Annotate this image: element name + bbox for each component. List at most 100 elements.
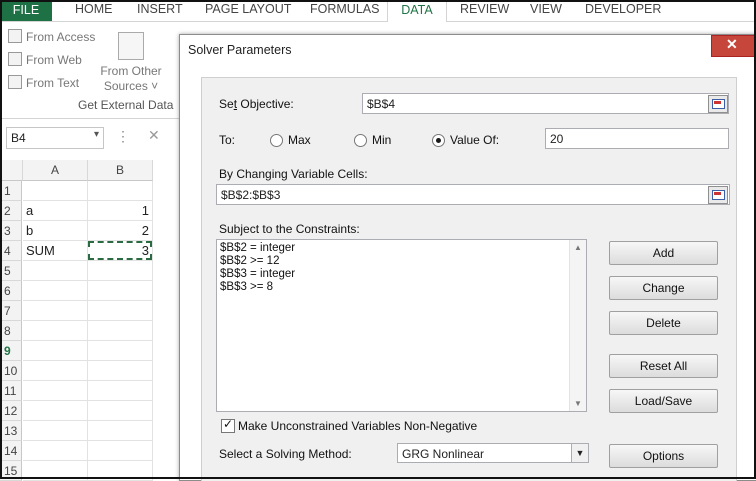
- cell-b9[interactable]: [88, 341, 153, 361]
- cell-a11[interactable]: [23, 381, 88, 401]
- name-box[interactable]: B4 ▾: [6, 127, 104, 149]
- row-header-selected[interactable]: 9: [0, 341, 22, 361]
- nonneg-checkbox[interactable]: [221, 417, 235, 433]
- tab-data[interactable]: DATA: [387, 0, 447, 22]
- reset-all-button[interactable]: Reset All: [609, 354, 718, 378]
- constraints-list[interactable]: $B$2 = integer $B$2 >= 12 $B$3 = integer…: [216, 239, 587, 412]
- cell-b11[interactable]: [88, 381, 153, 401]
- collapse-dialog-icon[interactable]: [708, 186, 728, 204]
- tab-developer[interactable]: DEVELOPER: [585, 2, 661, 16]
- row-header[interactable]: 12: [0, 401, 22, 421]
- cell-b1[interactable]: [88, 181, 153, 201]
- tab-formulas[interactable]: FORMULAS: [310, 2, 379, 16]
- min-label: Min: [372, 133, 392, 147]
- close-icon: ✕: [726, 36, 738, 52]
- list-item[interactable]: $B$3 >= 8: [220, 281, 273, 293]
- from-web-button[interactable]: From Web: [8, 52, 82, 67]
- set-objective-label: Set Objective:: [219, 97, 294, 111]
- cell-b10[interactable]: [88, 361, 153, 381]
- row-header[interactable]: 2: [0, 201, 22, 221]
- close-button[interactable]: ✕: [711, 35, 755, 57]
- list-item[interactable]: $B$2 >= 12: [220, 255, 279, 267]
- cell-a13[interactable]: [23, 421, 88, 441]
- value-of-input[interactable]: 20: [545, 128, 729, 149]
- from-web-label: From Web: [26, 53, 82, 67]
- add-button[interactable]: Add: [609, 241, 718, 265]
- from-text-label: From Text: [26, 76, 80, 90]
- row-header[interactable]: 1: [0, 181, 22, 201]
- min-radio[interactable]: [354, 134, 367, 147]
- cell-b5[interactable]: [88, 261, 153, 281]
- from-access-label: From Access: [26, 30, 96, 44]
- select-all-corner[interactable]: [0, 160, 23, 181]
- tab-home[interactable]: HOME: [75, 2, 113, 16]
- scroll-up-icon[interactable]: ▲: [574, 243, 582, 252]
- cell-a14[interactable]: [23, 441, 88, 461]
- list-item[interactable]: $B$3 = integer: [220, 268, 295, 280]
- value-of-radio[interactable]: [432, 134, 445, 147]
- row-header[interactable]: 10: [0, 361, 22, 381]
- options-button[interactable]: Options: [609, 444, 718, 468]
- scroll-down-icon[interactable]: ▼: [574, 399, 582, 408]
- delete-button[interactable]: Delete: [609, 311, 718, 335]
- cell-b6[interactable]: [88, 281, 153, 301]
- cell-a4[interactable]: SUM: [23, 241, 88, 261]
- change-button[interactable]: Change: [609, 276, 718, 300]
- row-header[interactable]: 7: [0, 301, 22, 321]
- chevron-down-icon[interactable]: ▼: [571, 444, 588, 462]
- solving-method-select[interactable]: GRG Nonlinear ▼: [397, 443, 589, 463]
- tab-file[interactable]: FILE: [0, 0, 52, 21]
- collapse-dialog-icon[interactable]: [708, 95, 728, 113]
- row-header[interactable]: 8: [0, 321, 22, 341]
- solver-parameters-dialog: Solver Parameters ✕ Set Objective: $B$4 …: [179, 34, 756, 481]
- list-item[interactable]: $B$2 = integer: [220, 242, 295, 254]
- cell-b7[interactable]: [88, 301, 153, 321]
- to-label: To:: [219, 133, 236, 147]
- cancel-icon[interactable]: ✕: [148, 127, 160, 144]
- tab-review[interactable]: REVIEW: [460, 2, 509, 16]
- cell-a2[interactable]: a: [23, 201, 88, 221]
- cell-b15[interactable]: [88, 461, 153, 481]
- cell-b2[interactable]: 1: [88, 201, 153, 221]
- cell-a6[interactable]: [23, 281, 88, 301]
- cell-a3[interactable]: b: [23, 221, 88, 241]
- cell-b14[interactable]: [88, 441, 153, 461]
- cell-a7[interactable]: [23, 301, 88, 321]
- cell-a10[interactable]: [23, 361, 88, 381]
- column-header-a[interactable]: A: [23, 160, 88, 181]
- set-objective-label-post: Objective:: [237, 97, 294, 111]
- cell-b3[interactable]: 2: [88, 221, 153, 241]
- cell-a1[interactable]: [23, 181, 88, 201]
- row-header[interactable]: 6: [0, 281, 22, 301]
- access-icon: [8, 29, 22, 43]
- web-icon: [8, 52, 22, 66]
- from-text-button[interactable]: From Text: [8, 75, 79, 90]
- constraints-scrollbar[interactable]: ▲ ▼: [569, 240, 586, 411]
- tab-view[interactable]: VIEW: [530, 2, 562, 16]
- cell-a8[interactable]: [23, 321, 88, 341]
- cell-a5[interactable]: [23, 261, 88, 281]
- worksheet-grid[interactable]: A B 1 2 3 4 5 6 7 8 9 10 11 12 13 14 15 …: [0, 160, 183, 481]
- row-header[interactable]: 3: [0, 221, 22, 241]
- cell-a9[interactable]: [23, 341, 88, 361]
- from-other-sources-button[interactable]: From Other Sources ˅: [98, 32, 164, 94]
- max-radio[interactable]: [270, 134, 283, 147]
- from-access-button[interactable]: From Access: [8, 29, 95, 44]
- objective-input[interactable]: $B$4: [362, 93, 729, 114]
- cell-a15[interactable]: [23, 461, 88, 481]
- cell-b13[interactable]: [88, 421, 153, 441]
- cell-b12[interactable]: [88, 401, 153, 421]
- row-header[interactable]: 11: [0, 381, 22, 401]
- row-header[interactable]: 14: [0, 441, 22, 461]
- column-header-b[interactable]: B: [88, 160, 153, 181]
- row-header[interactable]: 13: [0, 421, 22, 441]
- cell-a12[interactable]: [23, 401, 88, 421]
- tab-insert[interactable]: INSERT: [137, 2, 183, 16]
- row-header[interactable]: 15: [0, 461, 22, 481]
- row-header[interactable]: 4: [0, 241, 22, 261]
- changing-cells-input[interactable]: $B$2:$B$3: [216, 184, 730, 205]
- load-save-button[interactable]: Load/Save: [609, 389, 718, 413]
- cell-b8[interactable]: [88, 321, 153, 341]
- row-header[interactable]: 5: [0, 261, 22, 281]
- tab-page-layout[interactable]: PAGE LAYOUT: [205, 2, 291, 16]
